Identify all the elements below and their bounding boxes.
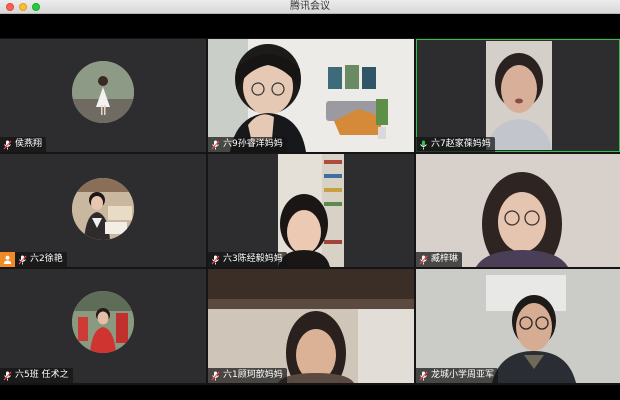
participant-namebar: 六5班 任术之 <box>0 368 73 383</box>
mic-muted-icon <box>211 255 220 264</box>
mic-active-icon <box>420 140 427 149</box>
participant-namebar: 六3陈经毅妈妈 <box>208 252 287 267</box>
mic-muted-icon <box>18 255 27 264</box>
participant-name: 六7赵家葆妈妈 <box>431 139 491 149</box>
participant-namebar: 六9孙睿洋妈妈 <box>208 137 287 152</box>
participant-avatar <box>72 178 134 240</box>
participant-name: 六2徐艳 <box>30 254 63 264</box>
participant-name: 臧梓琳 <box>431 254 459 264</box>
mic-muted-icon <box>419 371 428 380</box>
participant-avatar <box>72 291 134 353</box>
participant-tile-active-speaker[interactable]: 六7赵家葆妈妈 <box>416 39 620 152</box>
participant-namebar: 六7赵家葆妈妈 <box>416 137 495 152</box>
mic-muted-icon <box>3 140 12 149</box>
participant-tile[interactable]: 六2徐艳 <box>0 154 206 267</box>
meeting-bottom-bar <box>0 385 620 400</box>
participant-name: 龙城小学周亚军 <box>431 370 495 380</box>
mic-muted-icon <box>3 371 12 380</box>
participant-video <box>208 39 414 152</box>
participant-name: 侯燕翔 <box>15 139 43 149</box>
participant-video <box>278 154 344 267</box>
participant-name: 六5班 任术之 <box>15 370 69 380</box>
participant-namebar: 龙城小学周亚军 <box>416 368 499 383</box>
user-icon <box>3 255 12 264</box>
participant-namebar: 臧梓琳 <box>416 252 463 267</box>
participant-tile[interactable]: 六9孙睿洋妈妈 <box>208 39 414 152</box>
participant-video <box>416 269 620 383</box>
window-titlebar: 腾讯会议 <box>0 0 620 14</box>
participant-tile[interactable]: 六5班 任术之 <box>0 269 206 383</box>
mic-muted-icon <box>211 140 220 149</box>
window-title: 腾讯会议 <box>290 1 330 12</box>
participant-tile[interactable]: 龙城小学周亚军 <box>416 269 620 383</box>
participant-tile[interactable]: 侯燕翔 <box>0 39 206 152</box>
mic-muted-icon <box>419 255 428 264</box>
participant-video <box>416 154 620 267</box>
participant-tile[interactable]: 六3陈经毅妈妈 <box>208 154 414 267</box>
participant-avatar <box>72 61 134 123</box>
mic-muted-icon <box>211 371 220 380</box>
participant-namebar: 六2徐艳 <box>15 252 67 267</box>
participant-namebar: 六1顾珂歆妈妈 <box>208 368 287 383</box>
participant-name: 六1顾珂歆妈妈 <box>223 370 283 380</box>
meeting-top-bar <box>0 14 620 38</box>
participant-video <box>208 269 414 383</box>
participant-tile[interactable]: 臧梓琳 <box>416 154 620 267</box>
host-badge <box>0 252 15 267</box>
participant-video <box>486 41 552 150</box>
participant-tile[interactable]: 六1顾珂歆妈妈 <box>208 269 414 383</box>
participant-name: 六3陈经毅妈妈 <box>223 254 283 264</box>
participant-name: 六9孙睿洋妈妈 <box>223 139 283 149</box>
participant-namebar: 侯燕翔 <box>0 137 47 152</box>
